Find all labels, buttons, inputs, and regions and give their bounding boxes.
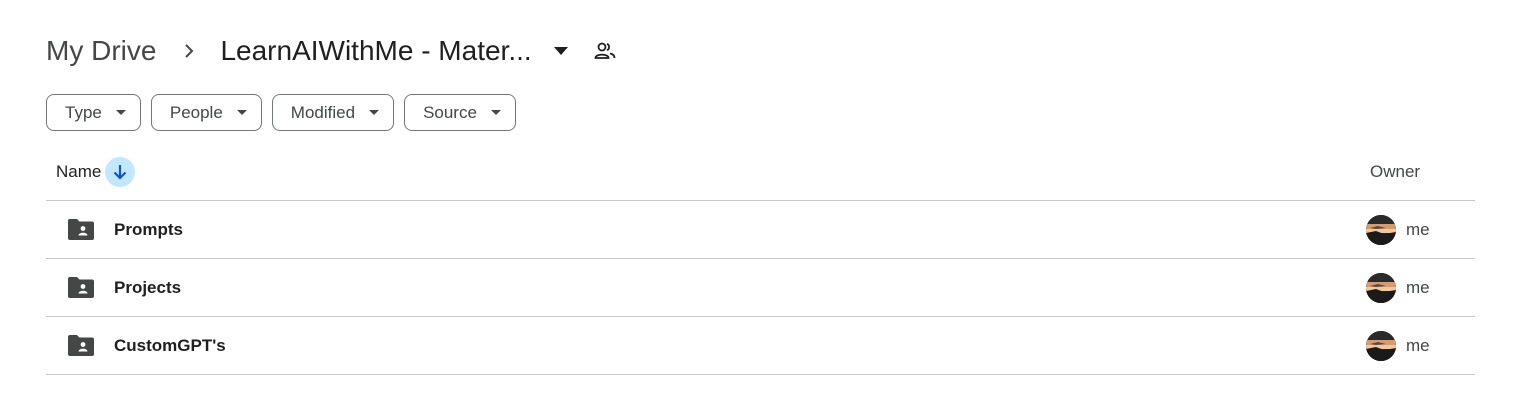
filter-source-label: Source [423,102,477,122]
file-name: CustomGPT's [114,335,226,355]
table-row[interactable]: Prompts me [46,201,1475,259]
shared-folder-icon [68,335,94,357]
caret-down-icon [236,110,247,115]
caret-down-icon [369,110,380,115]
column-header-name-label: Name [56,162,102,181]
avatar [1366,214,1396,245]
owner-name: me [1406,277,1430,297]
owner-cell: me [1366,214,1430,245]
filter-type[interactable]: Type [46,94,141,131]
arrow-down-icon[interactable] [105,157,136,187]
shared-folder-icon [68,277,94,299]
drive-page: My Drive LearnAIWithMe - Mater... Type P… [0,0,1514,410]
caret-down-icon [490,110,501,115]
people-icon[interactable] [594,42,616,60]
filter-source[interactable]: Source [404,94,516,131]
file-name: Projects [114,277,182,297]
file-name: Prompts [114,219,183,239]
table-row[interactable]: Projects me [46,259,1475,317]
filter-bar: Type People Modified Source [46,94,516,131]
owner-cell: me [1366,272,1430,303]
column-header-owner[interactable]: Owner [1370,162,1420,182]
avatar [1366,272,1396,303]
filter-modified[interactable]: Modified [271,94,395,131]
table-header: Name Owner [46,144,1475,201]
breadcrumb: My Drive LearnAIWithMe - Mater... [46,28,616,74]
filter-people-label: People [169,102,223,122]
current-folder-title: LearnAIWithMe - Mater... [220,35,532,66]
breadcrumb-current-folder[interactable]: LearnAIWithMe - Mater... [220,35,568,67]
owner-cell: me [1366,330,1430,361]
breadcrumb-my-drive[interactable]: My Drive [46,35,156,67]
owner-name: me [1406,219,1430,239]
caret-down-icon [115,110,126,115]
filter-people[interactable]: People [150,94,262,131]
file-list: Name Owner Prompts me Projects me Custom… [46,144,1475,375]
avatar [1366,330,1396,361]
filter-type-label: Type [65,102,102,122]
shared-folder-icon [68,219,94,241]
chevron-right-icon [184,43,194,59]
owner-name: me [1406,335,1430,355]
column-header-name[interactable]: Name [56,157,136,187]
caret-down-icon[interactable] [553,47,568,55]
table-row[interactable]: CustomGPT's me [46,317,1475,375]
filter-modified-label: Modified [290,102,356,122]
